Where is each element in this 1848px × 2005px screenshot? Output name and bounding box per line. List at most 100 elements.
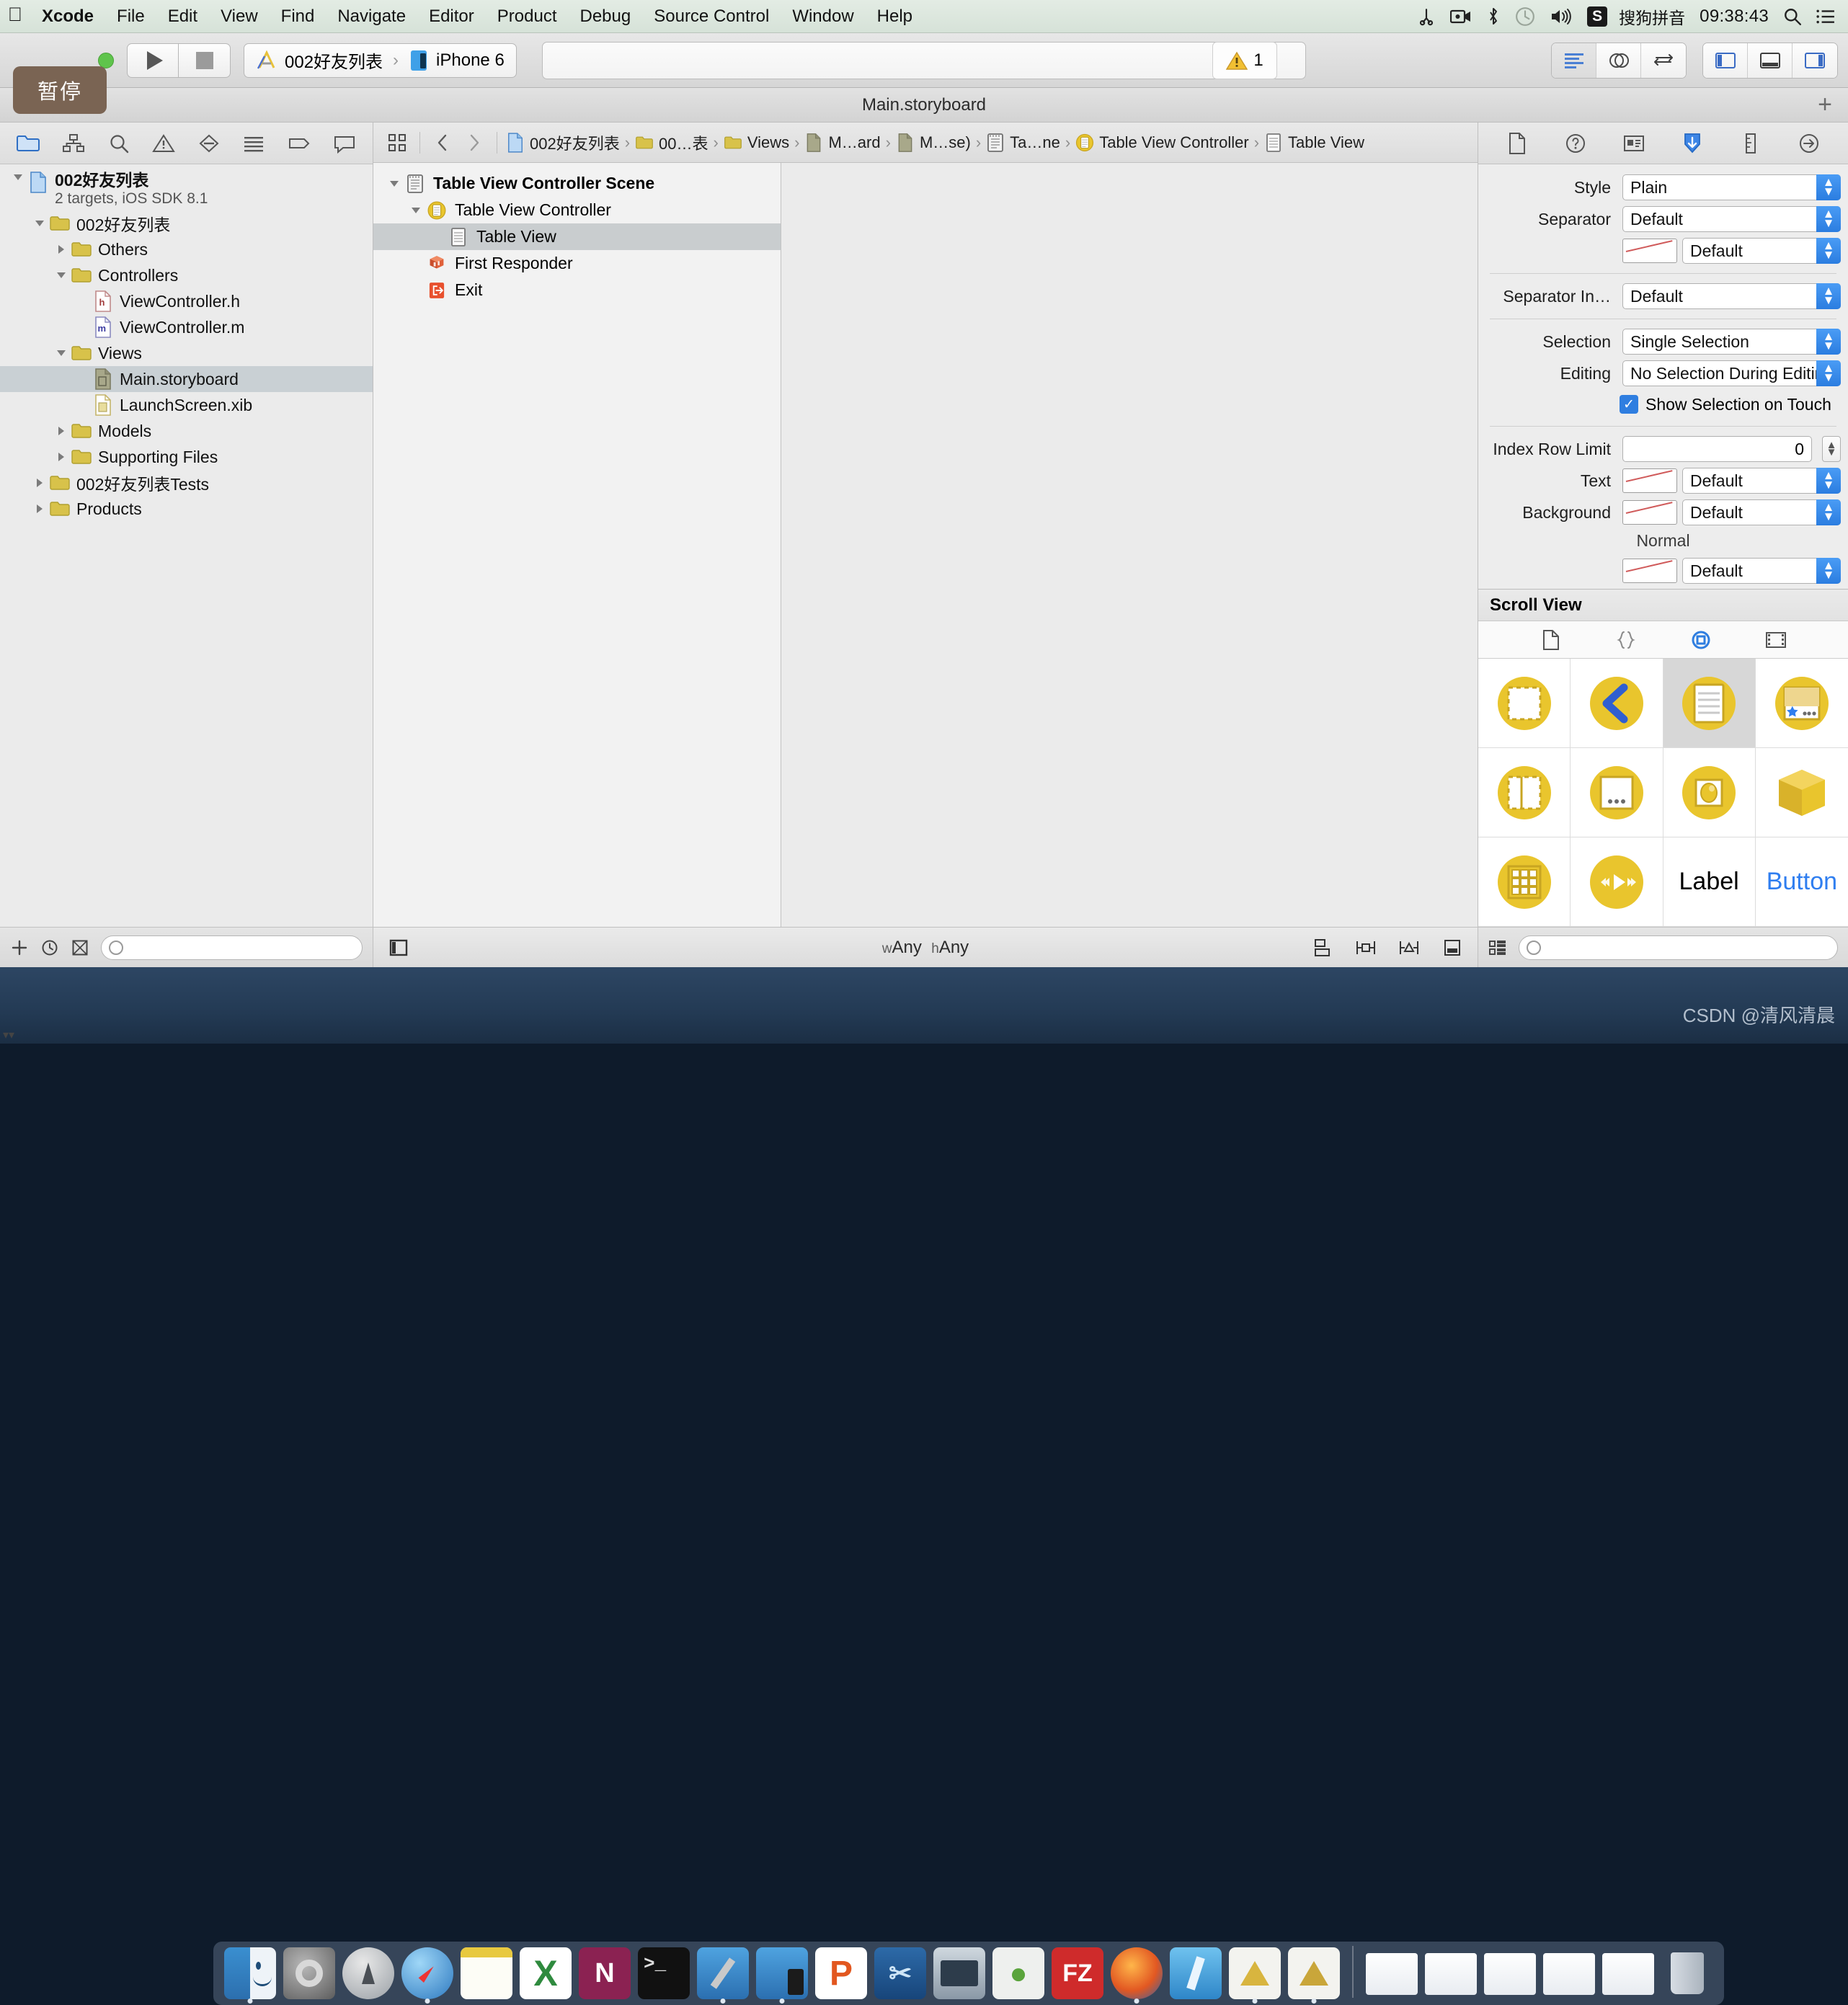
dock-item-finder[interactable]	[222, 1943, 278, 2004]
library-item[interactable]: Label	[1663, 837, 1756, 927]
size-class-indicator[interactable]: wwAnyAny hAny	[882, 938, 969, 958]
dock-item-minimized-window-3[interactable]	[1482, 1943, 1538, 1999]
clock-icon[interactable]	[40, 938, 59, 957]
stepper-arrows-icon[interactable]: ▲ ▼	[1816, 238, 1841, 264]
menu-product[interactable]: Product	[486, 6, 569, 27]
menu-find[interactable]: Find	[270, 6, 326, 27]
dock-item-preview-a[interactable]	[1227, 1943, 1283, 2004]
dock-item-sketch[interactable]	[1168, 1943, 1224, 1999]
menu-window[interactable]: Window	[781, 6, 865, 27]
add-tab-button[interactable]: +	[1818, 92, 1832, 117]
menu-debug[interactable]: Debug	[569, 6, 643, 27]
file-inspector-icon[interactable]	[1501, 128, 1534, 159]
scheme-selector[interactable]: 002好友列表 › iPhone 6	[244, 43, 517, 78]
stepper-arrows-icon[interactable]: ▲ ▼	[1816, 468, 1841, 494]
project-navigator-icon[interactable]	[12, 129, 45, 158]
breadcrumb-item[interactable]: 002好友列表	[505, 131, 621, 154]
menu-source-control[interactable]: Source Control	[642, 6, 781, 27]
stepper-arrows-icon[interactable]: ▲ ▼	[1816, 499, 1841, 525]
inspector-popup-button[interactable]: Plain ▲ ▼	[1622, 174, 1841, 200]
outline-row[interactable]: Table View Controller	[373, 197, 781, 223]
twisty[interactable]	[385, 178, 404, 190]
dock-item-minimized-window-2[interactable]	[1423, 1943, 1479, 1999]
twisty[interactable]	[407, 205, 425, 216]
dock-item-snipping[interactable]: ✂	[872, 1943, 928, 1999]
outline-row[interactable]: First Responder	[373, 250, 781, 277]
twisty[interactable]	[30, 477, 49, 489]
volume-icon[interactable]	[1550, 0, 1573, 33]
media-library-icon[interactable]	[1759, 626, 1793, 654]
breadcrumb-item[interactable]: Table View Controller	[1074, 133, 1250, 153]
inspector-popup-button[interactable]: No Selection During Editing ▲ ▼	[1622, 360, 1841, 386]
breadcrumb-item[interactable]: M…ard	[803, 133, 881, 153]
twisty[interactable]	[52, 425, 71, 437]
menu-file[interactable]: File	[105, 6, 156, 27]
identity-inspector-icon[interactable]	[1617, 128, 1651, 159]
library-item[interactable]	[1755, 748, 1848, 837]
storyboard-canvas[interactable]: Table View Prototype Content	[781, 163, 1478, 927]
twisty[interactable]	[30, 503, 49, 515]
navigator-filter-input[interactable]	[101, 935, 363, 960]
navigator-row[interactable]: m ViewController.m	[0, 314, 373, 340]
inspector-popup-button[interactable]: Default ▲ ▼	[1622, 283, 1841, 309]
code-snippet-library-icon[interactable]	[1609, 626, 1643, 654]
dock-item-pages[interactable]: P	[813, 1943, 869, 1999]
document-outline[interactable]: Table View Controller Scene Table View Co…	[373, 163, 781, 927]
resolve-auto-layout-icon[interactable]	[1397, 935, 1421, 960]
quick-help-icon[interactable]	[1559, 128, 1592, 159]
toggle-navigator-button[interactable]	[1703, 43, 1748, 78]
stop-button[interactable]	[179, 43, 231, 78]
breadcrumb-item[interactable]: Views	[722, 133, 791, 153]
menu-help[interactable]: Help	[866, 6, 924, 27]
outline-row[interactable]: Table View	[373, 223, 781, 250]
object-library-icon[interactable]	[1684, 626, 1718, 654]
outline-row[interactable]: Table View Controller Scene	[373, 170, 781, 197]
dock-item-terminal[interactable]: >_	[636, 1943, 692, 1999]
dock-item-xcode-beta[interactable]	[754, 1943, 810, 2004]
dock-item-minimized-window-4[interactable]	[1541, 1943, 1597, 1999]
align-icon[interactable]	[1310, 935, 1335, 960]
run-button[interactable]	[127, 43, 179, 78]
navigator-row[interactable]: 002好友列表	[0, 210, 373, 236]
inspector-popup-button[interactable]: Single Selection ▲ ▼	[1622, 329, 1841, 355]
chevron-right-icon[interactable]	[459, 128, 489, 157]
warning-badge[interactable]: 1	[1212, 42, 1277, 79]
twisty-down-icon[interactable]	[9, 172, 27, 183]
stepper-arrows-icon[interactable]: ▲ ▼	[1816, 329, 1841, 355]
stepper-arrows-icon[interactable]: ▲ ▼	[1816, 206, 1841, 232]
twisty[interactable]	[52, 270, 71, 281]
inspector-popup-button[interactable]: Default ▲ ▼	[1682, 468, 1841, 494]
assistant-editor-button[interactable]	[1596, 43, 1641, 78]
twisty[interactable]	[52, 244, 71, 255]
symbol-navigator-icon[interactable]	[57, 129, 90, 158]
list-icon[interactable]	[1816, 0, 1835, 33]
dock-item-notes[interactable]	[458, 1943, 515, 1999]
library-item[interactable]: Button	[1755, 837, 1848, 927]
menu-view[interactable]: View	[209, 6, 270, 27]
report-navigator-icon[interactable]	[328, 129, 361, 158]
dock-item-preview-b[interactable]	[1286, 1943, 1342, 2004]
time-machine-icon[interactable]	[1515, 0, 1535, 33]
menu-edit[interactable]: Edit	[156, 6, 209, 27]
plus-icon[interactable]	[10, 938, 29, 957]
find-navigator-icon[interactable]	[102, 129, 136, 158]
library-item[interactable]	[1478, 659, 1571, 748]
inspector-popup-button[interactable]: Default ▲ ▼	[1682, 499, 1841, 525]
menu-navigate[interactable]: Navigate	[326, 6, 417, 27]
library-item[interactable]	[1663, 659, 1756, 748]
dock-item-onenote[interactable]: N	[577, 1943, 633, 1999]
breadcrumb-item[interactable]: Ta…ne	[985, 133, 1062, 153]
chevron-left-icon[interactable]	[427, 128, 458, 157]
stepper-arrows-icon[interactable]: ▲ ▼	[1816, 360, 1841, 386]
grid-layout-icon[interactable]	[1488, 938, 1507, 957]
dock-item-launchpad[interactable]	[340, 1943, 396, 1999]
debug-navigator-icon[interactable]	[237, 129, 270, 158]
dock-item-quicktime[interactable]	[931, 1943, 987, 1999]
dock-item-excel[interactable]: X	[517, 1943, 574, 1999]
library-filter-input[interactable]	[1519, 935, 1838, 960]
color-well[interactable]	[1622, 239, 1677, 263]
dock-item-trash[interactable]	[1659, 1943, 1715, 1999]
connections-inspector-icon[interactable]	[1793, 128, 1826, 159]
object-library-grid[interactable]: Label Button	[1478, 659, 1848, 927]
view-toggle-segmented[interactable]	[1702, 42, 1838, 79]
